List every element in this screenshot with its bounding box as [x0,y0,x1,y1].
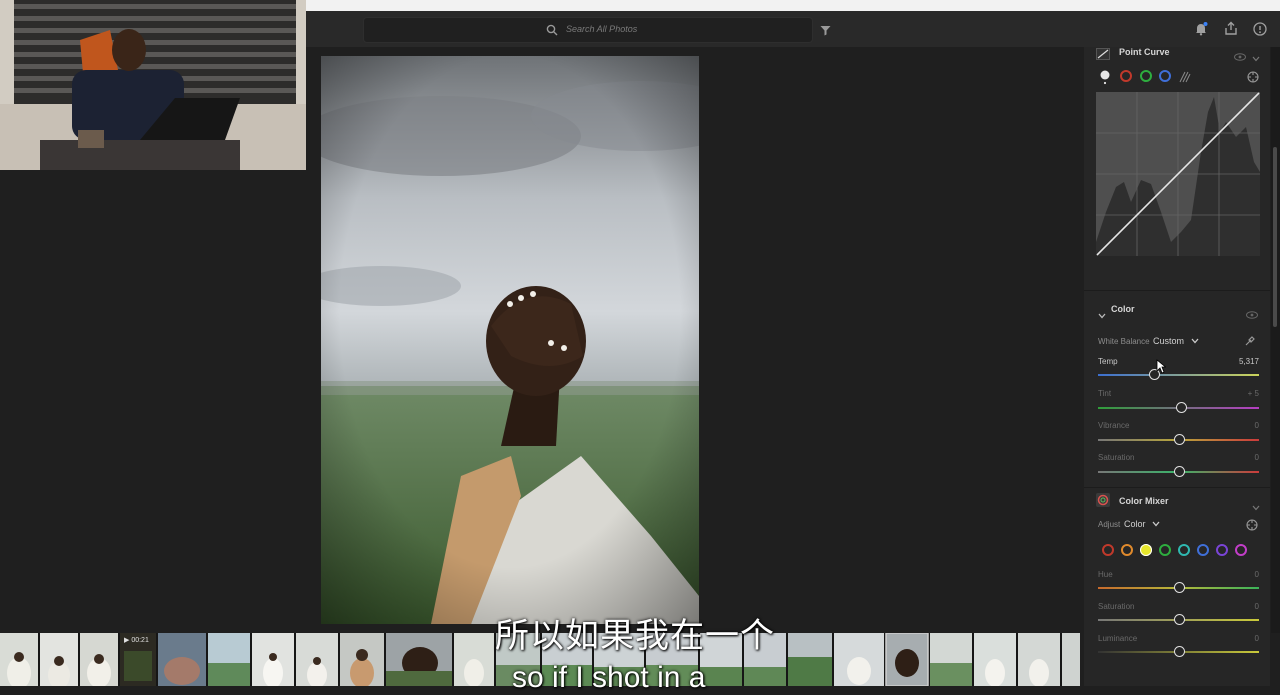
swatch-orange[interactable] [1121,544,1133,556]
swatch-red[interactable] [1102,544,1114,556]
curve-channel-blue[interactable] [1159,70,1171,82]
mixer-hue-value[interactable]: 0 [1219,570,1259,579]
color-mixer-title: Color Mixer [1119,496,1169,506]
mixer-saturation-value[interactable]: 0 [1219,602,1259,611]
filter-icon[interactable] [820,23,831,41]
saturation-slider-handle[interactable] [1174,466,1185,477]
white-balance-dropdown[interactable]: Custom [1153,336,1199,346]
white-balance-label: White Balance [1098,337,1150,346]
mixer-luminance-slider-handle[interactable] [1174,646,1185,657]
mixer-luminance-label: Luminance [1098,634,1138,643]
mixer-luminance-value[interactable]: 0 [1219,634,1259,643]
point-curve-visibility-icon[interactable] [1234,48,1246,66]
chevron-down-icon [1152,521,1160,527]
webcam-overlay [0,0,306,170]
curve-channel-rgb[interactable] [1100,70,1112,91]
color-section-chevron-icon[interactable] [1098,306,1106,324]
swatch-green[interactable] [1159,544,1171,556]
tint-value[interactable]: + 5 [1219,389,1259,398]
section-divider [1084,290,1270,291]
tint-slider-handle[interactable] [1176,402,1187,413]
search-field[interactable]: Search All Photos [363,17,813,43]
curve-channel-green[interactable] [1140,70,1152,82]
mixer-hue-slider-handle[interactable] [1174,582,1185,593]
color-visibility-icon[interactable] [1246,306,1258,324]
notification-bell-icon[interactable] [1194,22,1208,41]
swatch-purple[interactable] [1216,544,1228,556]
mixer-hue-label: Hue [1098,570,1113,579]
mouse-cursor-icon [1156,359,1167,379]
swatch-blue[interactable] [1197,544,1209,556]
adjust-value: Color [1124,519,1146,529]
color-section-title: Color [1111,304,1135,314]
subtitle-english: so if I shot in a [512,661,706,694]
webcam-scene [0,0,306,170]
temp-slider-track[interactable] [1098,374,1259,376]
color-mixer-collapse-icon[interactable] [1252,498,1260,516]
point-curve-collapse-icon[interactable] [1252,49,1260,67]
targeted-adjustment-icon[interactable] [1247,70,1259,88]
video-badge: ▶ 00:21 [124,637,149,644]
tone-curve-graph[interactable] [1096,92,1260,261]
mixer-saturation-label: Saturation [1098,602,1135,611]
chevron-down-icon [1191,338,1199,344]
curve-parametric-icon[interactable] [1179,70,1191,88]
adjust-dropdown[interactable]: Color [1124,519,1160,529]
subtitle-chinese: 所以如果我在一个 [495,616,775,656]
main-photo[interactable] [321,56,699,624]
white-balance-value: Custom [1153,336,1185,346]
info-icon[interactable] [1253,22,1267,41]
swatch-magenta[interactable] [1235,544,1247,556]
point-curve-icon [1096,47,1110,65]
search-placeholder: Search All Photos [566,24,638,34]
vibrance-slider-handle[interactable] [1174,434,1185,445]
adjust-label: Adjust [1098,520,1121,529]
panel-scrollbar[interactable] [1271,47,1280,633]
mixer-saturation-slider-handle[interactable] [1174,614,1185,625]
swatch-aqua[interactable] [1178,544,1190,556]
curve-channel-red[interactable] [1120,70,1132,82]
tint-label: Tint [1098,389,1112,398]
section-divider [1084,487,1270,488]
eyedropper-icon[interactable] [1244,334,1256,352]
vibrance-value[interactable]: 0 [1219,421,1259,430]
swatch-yellow[interactable] [1140,544,1152,556]
vibrance-label: Vibrance [1098,421,1130,430]
edit-panel: Point Curve Color White Balance Custom T… [1084,47,1270,633]
color-mixer-target-icon[interactable] [1246,518,1258,536]
scrollbar-thumb[interactable] [1273,147,1277,327]
temp-label: Temp [1098,357,1118,366]
point-curve-title: Point Curve [1119,47,1170,57]
color-mixer-swatches [1098,544,1258,556]
saturation-value[interactable]: 0 [1219,453,1259,462]
video-duration: 00:21 [131,637,149,644]
saturation-label: Saturation [1098,453,1135,462]
share-icon[interactable] [1224,21,1238,41]
color-mixer-icon [1096,493,1110,512]
search-icon [546,23,558,41]
window-top-edge [306,0,1280,11]
temp-value[interactable]: 5,317 [1219,357,1259,366]
